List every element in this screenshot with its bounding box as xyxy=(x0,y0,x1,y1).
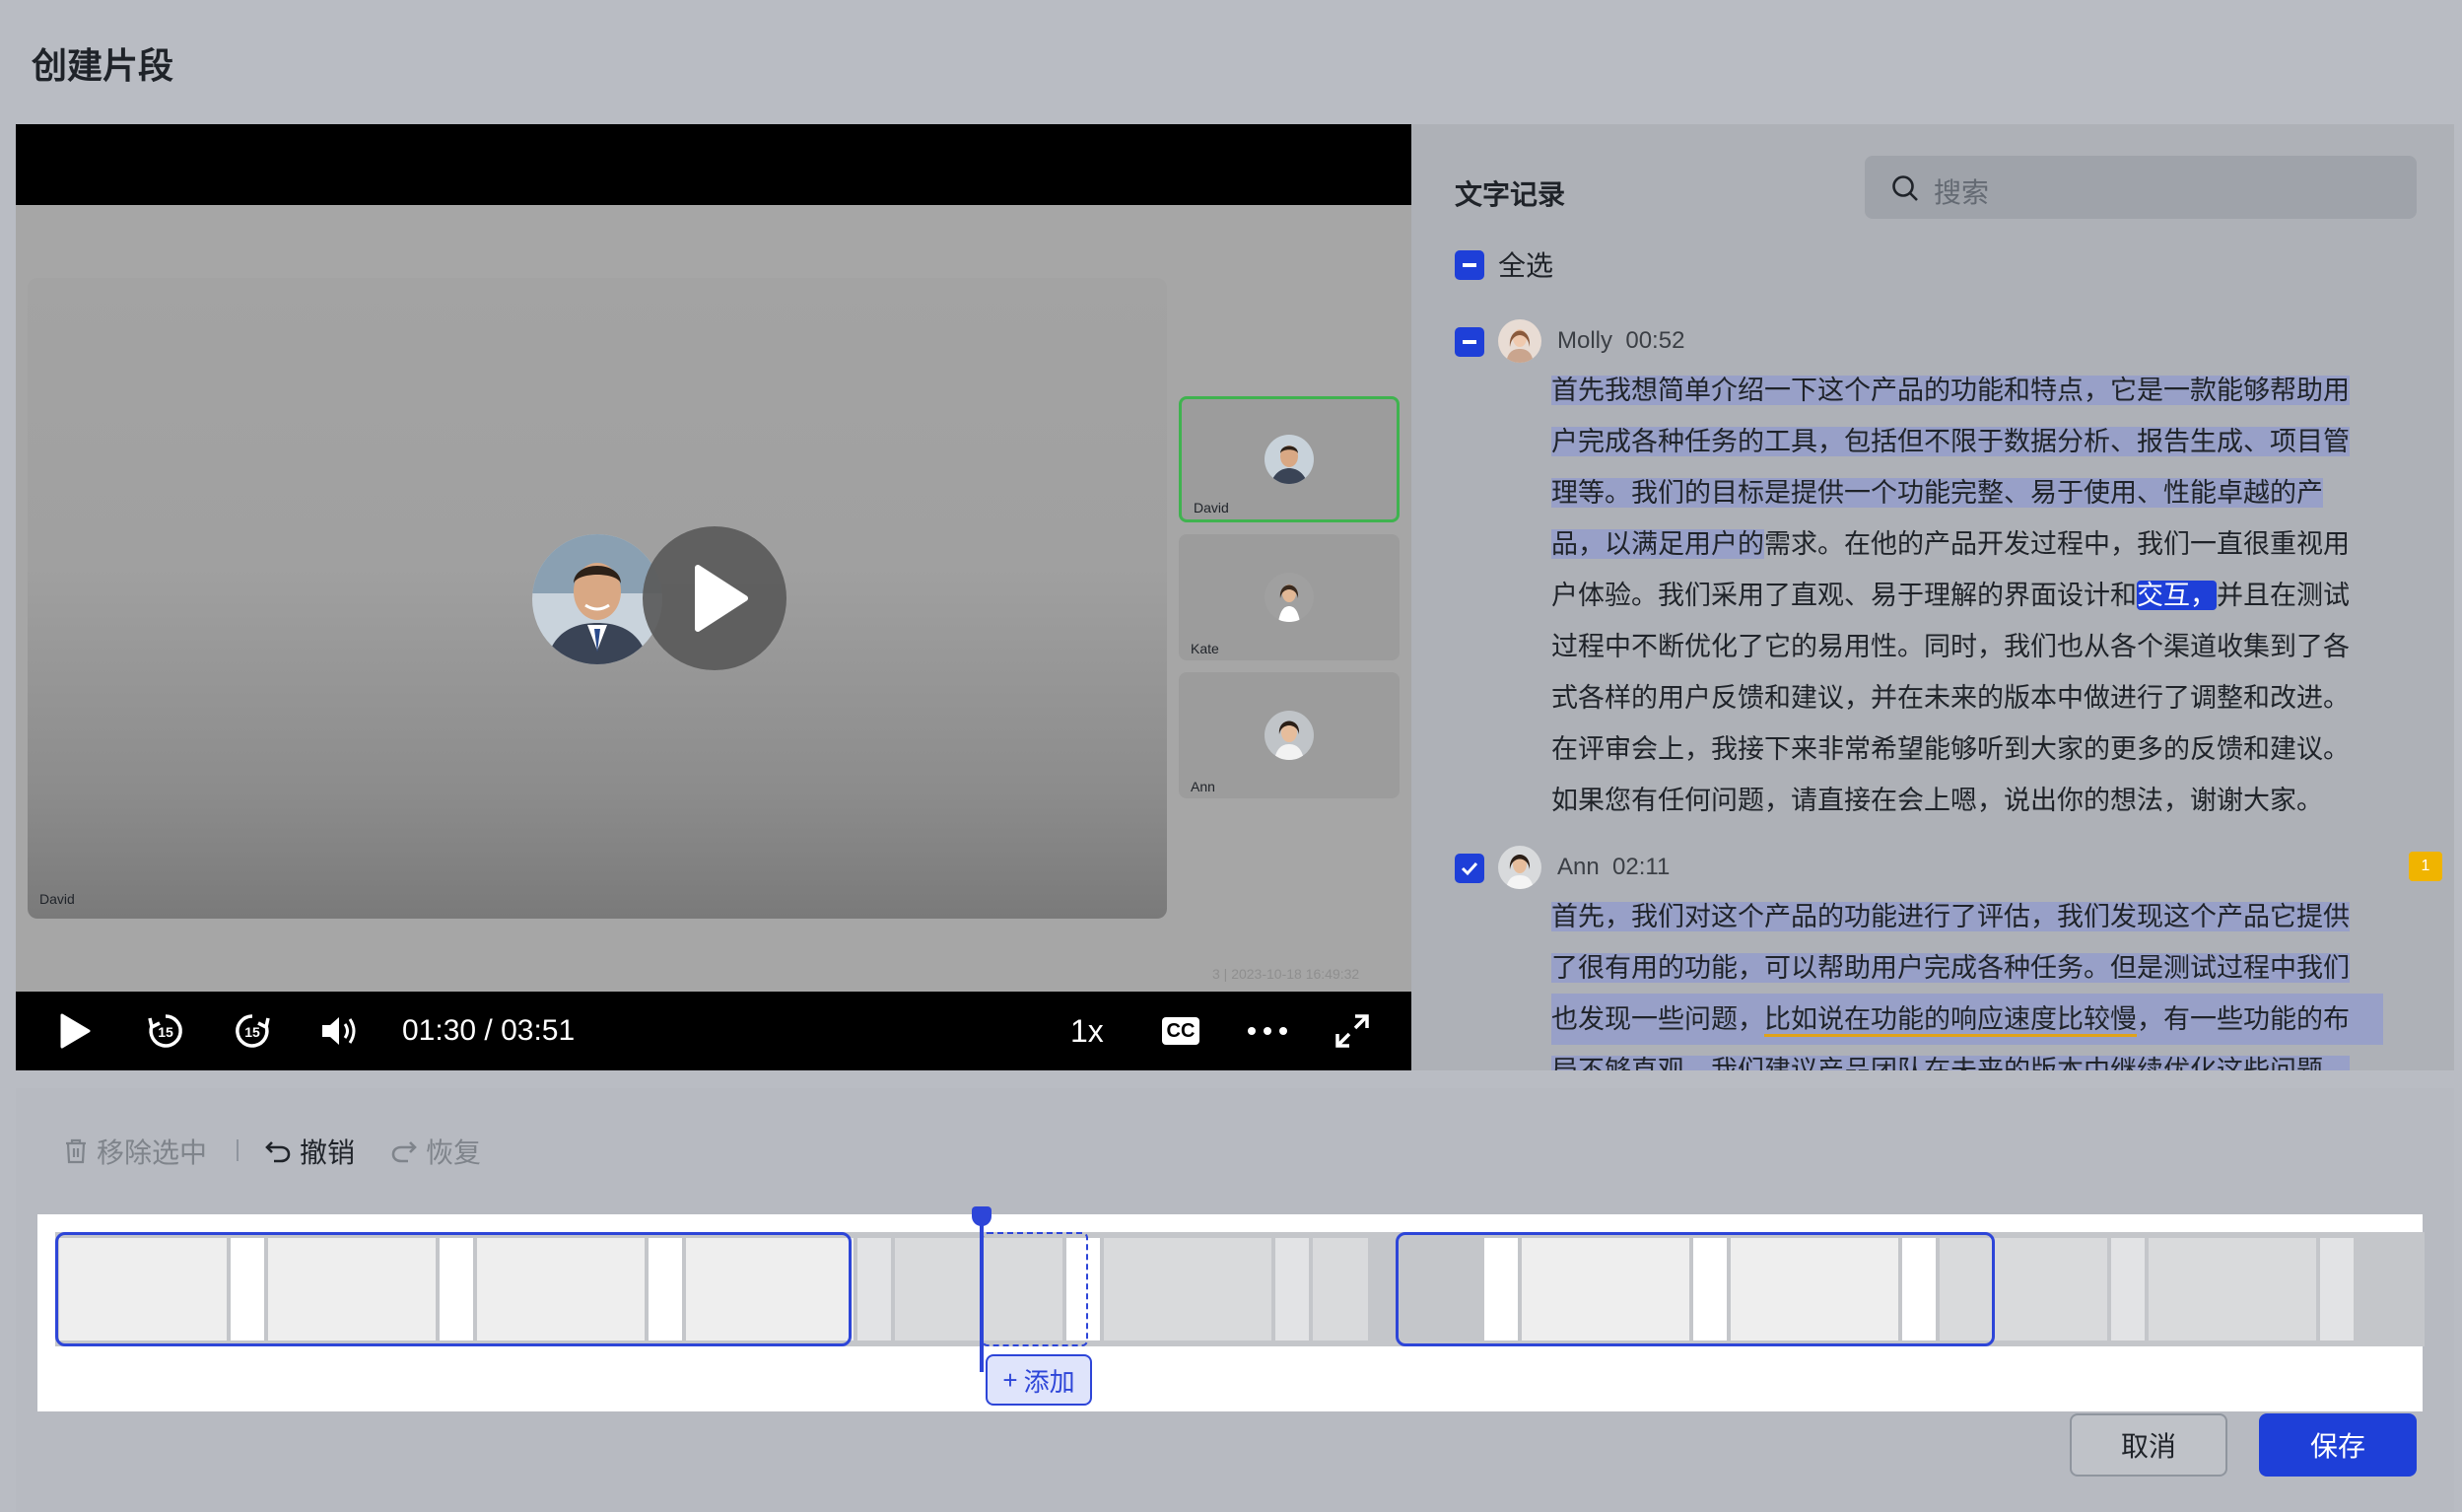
participant-tile-david[interactable]: David xyxy=(1179,396,1400,522)
david-avatar xyxy=(1265,435,1314,484)
video-control-bar: 15 15 01:30 / 03:51 1x CC xyxy=(16,992,1411,1070)
transcript-panel: 文字记录 搜索 全选 Molly 00:52 首先我想简单介绍一下这个产品的功能… xyxy=(1411,124,2454,1070)
undo-button[interactable]: 撤销 xyxy=(264,1132,355,1171)
main-speaker-name: David xyxy=(39,891,75,907)
recording-watermark: 3 | 2023-10-18 16:49:32 xyxy=(1212,966,1360,982)
redo-icon xyxy=(391,1141,417,1163)
forward-15-button[interactable]: 15 xyxy=(227,1005,278,1057)
fullscreen-icon xyxy=(1335,1014,1369,1048)
speaker-meta: Molly 00:52 xyxy=(1557,327,1684,355)
transcript-line: 如果您有任何问题，请直接在会上嗯，说出你的想法，谢谢大家。 xyxy=(1551,786,2323,815)
transcript-line: ，有一些功能的布 xyxy=(2137,1004,2350,1034)
speaker-meta: Ann 02:11 xyxy=(1557,854,1670,881)
speaker-time: 00:52 xyxy=(1625,327,1685,354)
transcript-line: 在评审会上，我接下来非常希望能够听到大家的更多的反馈和建议。 xyxy=(1551,734,2350,764)
transcript-line: 了很有用的功能，可以帮助用户完成各种任务。但是测试过程中我们 xyxy=(1551,953,2350,983)
plus-icon: + xyxy=(1002,1364,1018,1395)
fullscreen-button[interactable] xyxy=(1327,1005,1378,1057)
transcript-line: 过程中不断优化了它的易用性。同时，我们也从各个渠道收集到了各 xyxy=(1551,632,2350,661)
transcript-title: 文字记录 xyxy=(1455,179,1566,210)
captions-icon: CC xyxy=(1161,1017,1200,1045)
more-options-button[interactable] xyxy=(1240,1005,1295,1057)
comment-badge[interactable]: 1 xyxy=(2409,852,2442,881)
entry-checkbox-ann[interactable] xyxy=(1455,854,1484,883)
playhead[interactable] xyxy=(980,1214,984,1372)
speaker-time: 02:11 xyxy=(1612,854,1671,880)
clip-segment-2[interactable] xyxy=(1396,1232,1995,1346)
trash-icon xyxy=(66,1138,86,1164)
search-icon xyxy=(1892,175,1918,201)
transcript-line: 首先，我们对这个产品的功能进行了评估，我们发现这个产品它提供 xyxy=(1551,902,2350,931)
ann-avatar xyxy=(1265,711,1314,760)
select-all-label: 全选 xyxy=(1498,250,1554,281)
speaker-name: Ann xyxy=(1557,854,1600,880)
playback-time: 01:30 / 03:51 xyxy=(402,1014,576,1047)
transcript-line: 户体验。我们采用了直观、易于理解的界面设计和 xyxy=(1551,581,2137,610)
transcript-line: 局不够直观，我们建议产品团队在未来的版本中继续优化这些问题。 xyxy=(1551,1056,2350,1070)
play-pause-button[interactable] xyxy=(53,1005,97,1057)
toolbar-divider xyxy=(237,1139,239,1161)
video-top-bar xyxy=(16,124,1411,205)
transcript-line: 并且在测试 xyxy=(2217,581,2350,610)
save-button[interactable]: 保存 xyxy=(2259,1413,2417,1477)
rewind-15-button[interactable]: 15 xyxy=(140,1005,191,1057)
add-segment-button[interactable]: + 添加 xyxy=(986,1354,1092,1406)
transcript-search-input[interactable]: 搜索 xyxy=(1865,156,2417,219)
playback-speed-button[interactable]: 1x xyxy=(1070,992,1104,1070)
svg-text:15: 15 xyxy=(244,1024,260,1040)
rewind-15-icon: 15 xyxy=(148,1014,182,1048)
play-icon xyxy=(60,1013,91,1049)
play-button-large[interactable] xyxy=(643,526,786,670)
undo-label: 撤销 xyxy=(300,1137,356,1168)
participant-tile-ann[interactable]: Ann xyxy=(1179,672,1400,798)
entry-checkbox-molly[interactable] xyxy=(1455,327,1484,357)
volume-icon xyxy=(322,1017,356,1045)
transcript-line-rest: 需求。在他的产品开发过程中，我们一直很重视用 xyxy=(1764,529,2350,559)
commented-text[interactable]: 比如说在功能的响应速度比较慢 xyxy=(1764,1004,2137,1037)
video-player[interactable]: David David Kate Ann 3 | 2023-10-18 16:4… xyxy=(16,124,1411,1070)
transcript-text-ann[interactable]: 首先，我们对这个产品的功能进行了评估，我们发现这个产品它提供 了很有用的功能，可… xyxy=(1551,891,2383,1070)
transcript-line-selected: 品，以满足用户的 xyxy=(1551,529,1764,559)
transcript-text-molly[interactable]: 首先我想简单介绍一下这个产品的功能和特点，它是一款能够帮助用 户完成各种任务的工… xyxy=(1551,365,2383,826)
undo-icon xyxy=(265,1141,291,1163)
cancel-button[interactable]: 取消 xyxy=(2070,1413,2227,1477)
redo-button[interactable]: 恢复 xyxy=(390,1132,481,1171)
clip-segment-1[interactable] xyxy=(55,1232,852,1346)
speaker-name: Molly xyxy=(1557,327,1613,354)
kate-avatar xyxy=(1265,573,1314,622)
forward-15-icon: 15 xyxy=(236,1014,270,1048)
play-icon xyxy=(695,565,748,632)
redo-label: 恢复 xyxy=(426,1137,482,1168)
select-all-checkbox[interactable] xyxy=(1455,250,1484,280)
svg-text:15: 15 xyxy=(158,1024,173,1040)
captions-button[interactable]: CC xyxy=(1155,1005,1206,1057)
transcript-line: 首先我想简单介绍一下这个产品的功能和特点，它是一款能够帮助用 xyxy=(1551,376,2350,405)
search-match-highlight: 交互， xyxy=(2137,581,2217,610)
checkmark-icon xyxy=(1461,861,1478,876)
more-icon xyxy=(1248,1027,1287,1035)
participant-tile-kate[interactable]: Kate xyxy=(1179,534,1400,660)
participant-name: Ann xyxy=(1191,779,1215,794)
search-placeholder: 搜索 xyxy=(1934,177,1990,208)
transcript-line: 也发现一些问题， xyxy=(1551,1004,1764,1034)
molly-avatar xyxy=(1498,319,1541,363)
pending-segment xyxy=(982,1232,1088,1346)
remove-selected-label: 移除选中 xyxy=(97,1137,208,1168)
remove-selected-button[interactable]: 移除选中 xyxy=(63,1132,207,1171)
transcript-line: 理等。我们的目标是提供一个功能完整、易于使用、性能卓越的产 xyxy=(1551,478,2323,508)
ann-avatar xyxy=(1498,846,1541,889)
transcript-line: 式各样的用户反馈和建议，并在未来的版本中做进行了调整和改进。 xyxy=(1551,683,2350,713)
indeterminate-icon xyxy=(1463,340,1476,344)
participant-name: David xyxy=(1194,500,1229,515)
indeterminate-icon xyxy=(1463,263,1476,267)
transcript-line: 户完成各种任务的工具，包括但不限于数据分析、报告生成、项目管 xyxy=(1551,427,2350,456)
volume-button[interactable] xyxy=(313,1005,365,1057)
participant-name: Kate xyxy=(1191,641,1219,656)
dialog-title: 创建片段 xyxy=(32,45,174,86)
add-label: 添加 xyxy=(1023,1366,1075,1397)
